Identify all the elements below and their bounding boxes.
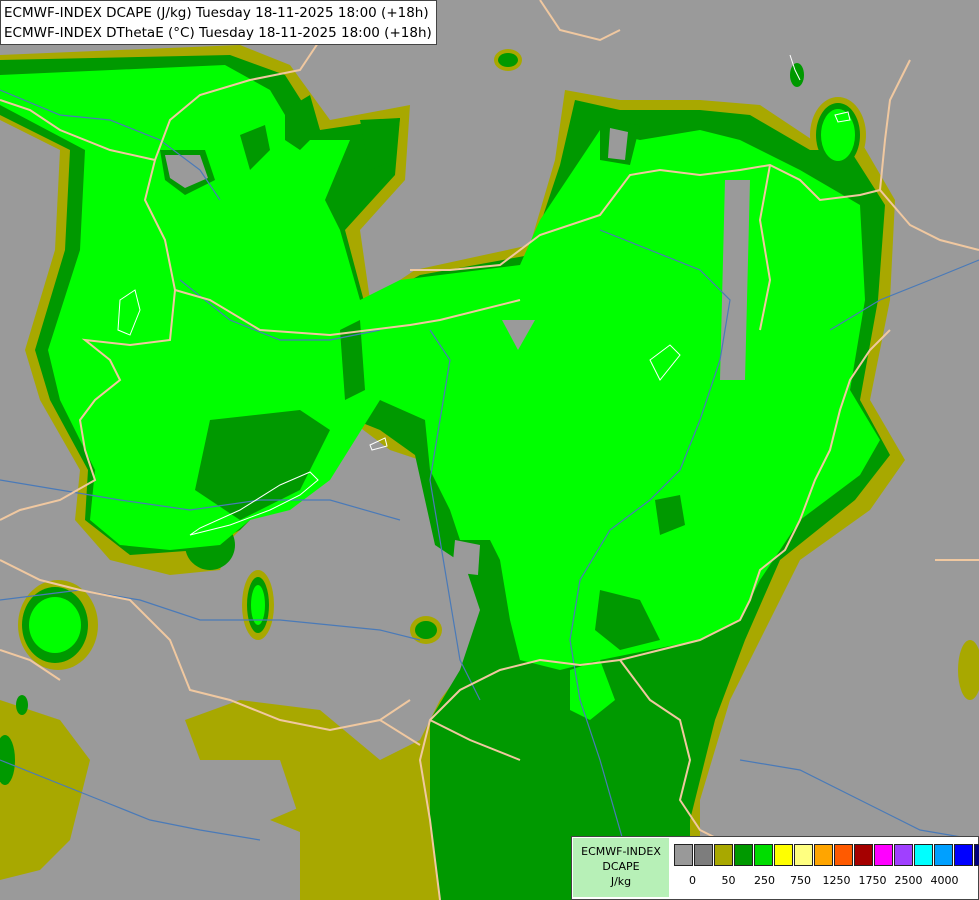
legend-tick-label: 1750 [858,874,887,887]
legend-parameter: DCAPE [602,860,640,873]
legend-swatch [974,844,979,866]
legend-swatch [794,844,813,866]
legend-ticks: 0 50 250 750 1250 1750 2500 4000 [674,874,974,890]
legend-tick-label: 0 [689,874,696,887]
map-title: ECMWF-INDEX DCAPE (J/kg) Tuesday 18-11-2… [0,0,437,45]
legend-swatch [734,844,753,866]
color-legend: ECMWF-INDEX DCAPE J/kg 0 50 250 750 1250 1750… [571,836,979,900]
legend-swatches [674,844,979,866]
legend-swatch [814,844,833,866]
legend-tick-label: 1250 [822,874,851,887]
legend-swatch [694,844,713,866]
legend-swatch [754,844,773,866]
legend-tick-label: 50 [721,874,736,887]
legend-tick-label: 750 [790,874,811,887]
legend-model: ECMWF-INDEX [581,845,661,858]
legend-swatch [954,844,973,866]
legend-label: ECMWF-INDEX DCAPE J/kg [573,838,669,897]
legend-swatch [854,844,873,866]
legend-tick-label: 2500 [894,874,923,887]
legend-swatch [774,844,793,866]
legend-swatch [714,844,733,866]
legend-swatch [874,844,893,866]
forecast-map [0,0,979,900]
legend-swatch [834,844,853,866]
legend-tick-label: 250 [754,874,775,887]
legend-swatch [894,844,913,866]
title-line-dcape: ECMWF-INDEX DCAPE (J/kg) Tuesday 18-11-2… [4,5,429,21]
title-line-dthetae: ECMWF-INDEX DThetaE (°C) Tuesday 18-11-2… [4,25,432,41]
legend-unit: J/kg [610,875,632,888]
legend-swatch [934,844,953,866]
legend-tick-label: 4000 [930,874,959,887]
legend-swatch [674,844,693,866]
legend-swatch [914,844,933,866]
